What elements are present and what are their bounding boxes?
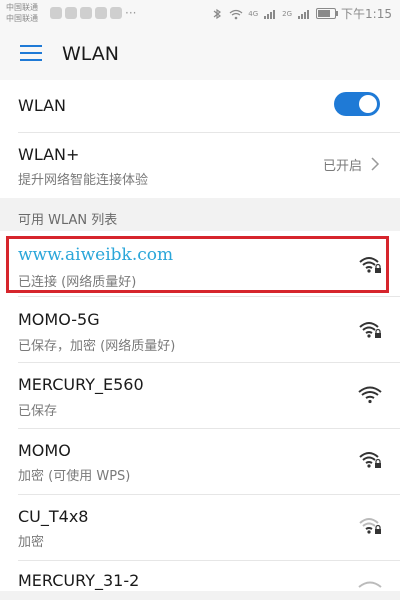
- network-status: 已保存: [18, 404, 58, 419]
- section-header: 可用 WLAN 列表: [18, 213, 118, 228]
- network-item[interactable]: MOMO-5G 已保存，加密 (网络质量好): [0, 297, 400, 362]
- app-notification-icon: [95, 7, 107, 19]
- status-time: 下午1:15: [341, 7, 392, 21]
- wlan-plus-title: WLAN+: [18, 145, 80, 164]
- wifi-lock-icon: [359, 518, 381, 534]
- status-bar: 中国联通 中国联通 ··· 4G 2G 下午1:15: [0, 0, 400, 28]
- carrier-label-2: 中国联通: [6, 14, 38, 23]
- wlan-plus-subtitle: 提升网络智能连接体验: [18, 173, 149, 188]
- status-right: 4G 2G 下午1:15: [210, 5, 392, 22]
- app-notification-icon: [110, 7, 122, 19]
- wlan-toggle[interactable]: [334, 92, 380, 116]
- wlan-plus-status: 已开启: [322, 159, 362, 174]
- page-title: WLAN: [62, 43, 120, 65]
- app-notification-icon: [80, 7, 92, 19]
- signal-icon-1: [264, 9, 276, 19]
- notification-icons: ···: [50, 6, 136, 20]
- wifi-status-icon: [229, 9, 243, 19]
- network-status: 已保存，加密 (网络质量好): [18, 339, 176, 354]
- app-notification-icon: [50, 7, 62, 19]
- wifi-lock-icon: [359, 322, 381, 338]
- toggle-knob: [359, 95, 377, 113]
- carrier-label-1: 中国联通: [6, 3, 38, 12]
- network-name: MOMO-5G: [18, 310, 100, 329]
- wifi-icon: [358, 581, 382, 588]
- network-item[interactable]: MOMO 加密 (可使用 WPS): [0, 429, 400, 494]
- more-notifications-icon: ···: [125, 6, 137, 20]
- network-item[interactable]: MERCURY_E560 已保存: [0, 363, 400, 428]
- network-item[interactable]: CU_T4x8 加密: [0, 495, 400, 560]
- network-name: MOMO: [18, 441, 71, 460]
- network-status: 加密 (可使用 WPS): [18, 469, 131, 484]
- highlight-box: [6, 236, 389, 293]
- network-name: CU_T4x8: [18, 507, 89, 526]
- wifi-icon: [358, 386, 382, 404]
- signal-icon-2: [298, 9, 310, 19]
- network-name: MERCURY_E560: [18, 375, 144, 394]
- battery-icon: [316, 8, 339, 19]
- network-2g-label: 2G: [282, 9, 293, 18]
- network-name: MERCURY_31-2: [18, 571, 140, 590]
- app-notification-icon: [65, 7, 77, 19]
- wlan-switch-label: WLAN: [18, 96, 67, 115]
- network-4g-label: 4G: [248, 9, 259, 18]
- chevron-right-icon: [371, 157, 380, 171]
- wifi-lock-icon: [359, 452, 381, 468]
- app-bar: WLAN: [0, 28, 400, 80]
- menu-icon[interactable]: [20, 45, 42, 63]
- network-status: 加密: [18, 535, 45, 550]
- bluetooth-icon: [213, 8, 222, 19]
- network-item[interactable]: MERCURY_31-2: [0, 561, 400, 591]
